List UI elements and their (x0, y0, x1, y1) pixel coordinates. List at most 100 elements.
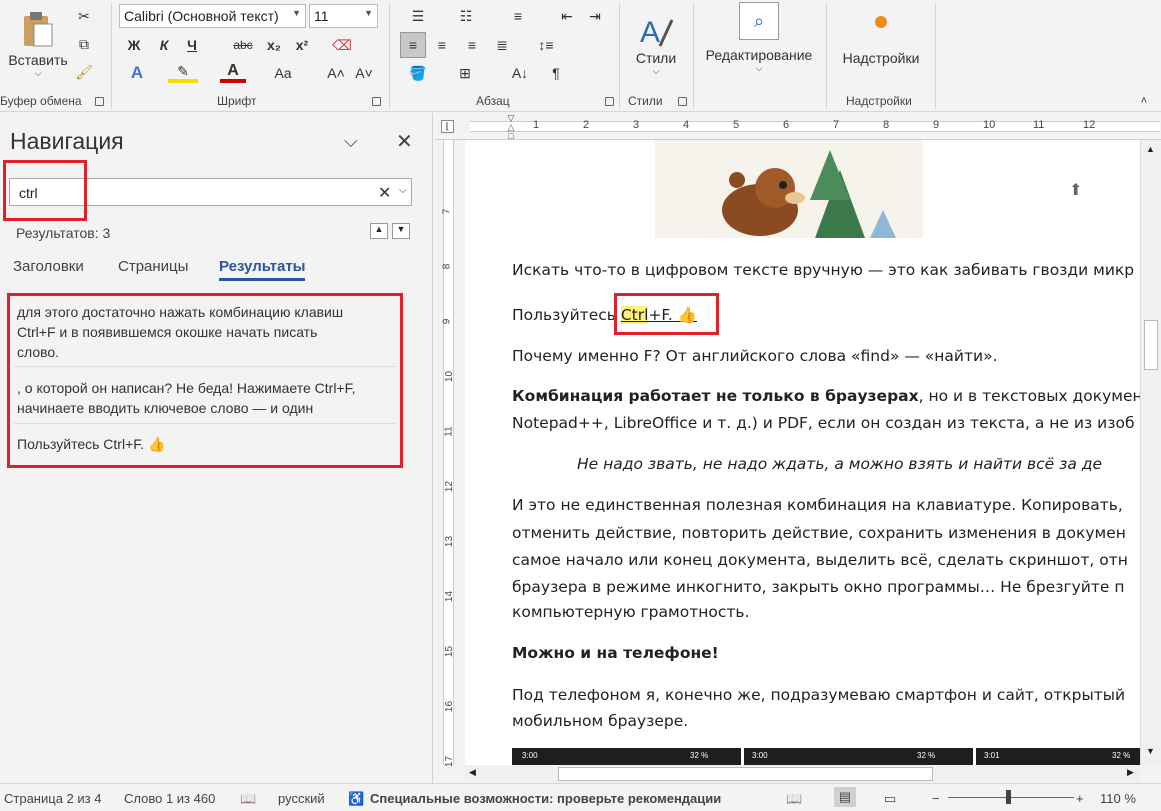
zoom-in-icon[interactable]: + (1076, 791, 1084, 806)
divider (14, 423, 396, 424)
scroll-left-icon[interactable]: ◀ (469, 767, 476, 778)
bold-button[interactable]: Ж (122, 35, 146, 55)
cut-icon[interactable]: ✂ (74, 6, 94, 26)
styles-button[interactable]: A Стили ⌵ (626, 4, 686, 84)
show-marks-icon[interactable]: ¶ (544, 63, 568, 83)
tab-pages[interactable]: Страницы (118, 258, 188, 275)
paragraph-launcher-icon[interactable] (605, 97, 614, 106)
line-spacing-icon[interactable]: ↕≡ (528, 34, 564, 56)
text-effects-icon[interactable]: A (122, 63, 152, 83)
indent-marker[interactable]: ▽ △ □ (505, 114, 517, 141)
font-color-icon[interactable]: A (220, 62, 246, 83)
decrease-indent-icon[interactable]: ⇤ (556, 6, 578, 26)
word-count[interactable]: Слово 1 из 460 (124, 791, 215, 806)
zoom-level[interactable]: 110 % (1100, 791, 1136, 806)
result-line: , о которой он написан? Не беда! Нажимае… (17, 380, 356, 396)
align-right-icon[interactable]: ≡ (460, 34, 484, 56)
navigation-pane: Навигация ⌵ ✕ ctrl ✕ ⌵ Результатов: 3 ▲ … (0, 113, 433, 783)
chevron-down-icon[interactable]: ⌵ (399, 185, 407, 196)
tab-results[interactable]: Результаты (219, 258, 306, 281)
print-layout-icon[interactable]: ▤ (834, 787, 856, 807)
underline-button[interactable]: Ч (180, 35, 204, 55)
vertical-scrollbar[interactable]: ▲ ▼ (1140, 140, 1161, 765)
change-case-button[interactable]: Aa (268, 63, 298, 83)
next-result-button[interactable]: ▼ (392, 223, 410, 239)
italic-button[interactable]: К (152, 35, 176, 55)
styles-icon: A (640, 16, 674, 49)
zoom-slider[interactable] (948, 797, 1074, 798)
divider (973, 748, 976, 765)
phone-screenshots: 3:00 32 % 3:00 32 % 3:01 32 % (512, 748, 1140, 765)
multilevel-list-icon[interactable]: ≡ (500, 6, 536, 26)
heading: Можно и на телефоне! (512, 644, 719, 662)
prev-result-button[interactable]: ▲ (370, 223, 388, 239)
borders-icon[interactable]: ⊞ (450, 63, 480, 83)
copy-icon[interactable]: ⧉ (74, 34, 94, 54)
align-left-icon[interactable]: ≡ (400, 32, 426, 58)
font-name-combo[interactable]: Calibri (Основной текст) ▼ (119, 4, 306, 28)
paste-button[interactable]: Вставить ⌵ (4, 4, 72, 84)
result-item[interactable]: , о которой он написан? Не беда! Нажимае… (17, 378, 397, 418)
shrink-font-icon[interactable]: A˅ (354, 63, 374, 83)
ruler-track (443, 140, 454, 765)
styles-launcher-icon[interactable] (678, 97, 687, 106)
phone-time: 3:00 (522, 751, 538, 760)
result-item[interactable]: для этого достаточно нажать комбинацию к… (17, 302, 397, 362)
accessibility-icon[interactable]: ♿ (348, 791, 364, 807)
document-page[interactable]: ⬆ Искать что-то в цифровом тексте вручну… (465, 140, 1140, 765)
paragraph: И это не единственная полезная комбинаци… (512, 496, 1123, 514)
bullets-icon[interactable]: ☰ (400, 6, 436, 26)
paragraph: Искать что-то в цифровом тексте вручную … (512, 261, 1135, 279)
sort-icon[interactable]: A↓ (508, 63, 532, 83)
collapse-ribbon-icon[interactable]: ˄ (1136, 94, 1152, 108)
ruler-number: 14 (444, 590, 456, 603)
superscript-button[interactable]: x² (290, 35, 314, 55)
tab-headings[interactable]: Заголовки (13, 258, 84, 275)
accessibility-status[interactable]: Специальные возможности: проверьте реком… (370, 791, 721, 806)
paragraph: компьютерную грамотность. (512, 603, 750, 621)
align-center-icon[interactable]: ≡ (430, 34, 454, 56)
font-launcher-icon[interactable] (372, 97, 381, 106)
addins-button[interactable]: Надстройки (834, 10, 928, 72)
font-size-combo[interactable]: 11 ▼ (309, 4, 378, 28)
paragraph: отменить действие, повторить действие, с… (512, 524, 1126, 542)
horizontal-scrollbar[interactable]: ◀ ▶ (465, 765, 1140, 783)
numbering-icon[interactable]: ☷ (448, 6, 484, 26)
page-count[interactable]: Страница 2 из 4 (4, 791, 101, 806)
chevron-down-icon[interactable]: ⌵ (344, 131, 358, 152)
ruler-number: 12 (444, 480, 456, 493)
result-line: начинаете вводить ключевое слово — и оди… (17, 400, 314, 416)
arrow-up-icon: ⬆ (1069, 182, 1083, 199)
chevron-down-icon: ⌵ (755, 63, 763, 73)
proofing-icon[interactable]: 📖 (240, 791, 256, 807)
scroll-thumb[interactable] (558, 767, 933, 781)
scroll-down-icon[interactable]: ▼ (1146, 746, 1155, 756)
read-mode-icon[interactable]: 📖 (786, 791, 802, 807)
grow-font-icon[interactable]: A˄ (326, 63, 346, 83)
clear-search-icon[interactable]: ✕ (378, 183, 391, 203)
scroll-right-icon[interactable]: ▶ (1127, 767, 1134, 778)
strikethrough-button[interactable]: abc (228, 35, 258, 55)
subscript-button[interactable]: x₂ (262, 35, 286, 55)
tab-selector-icon[interactable]: ⌊ (441, 120, 454, 133)
result-item[interactable]: Пользуйтесь Ctrl+F. 👍 (17, 434, 397, 454)
editing-button[interactable]: ⌕ Редактирование ⌵ (698, 2, 820, 82)
clear-format-icon[interactable]: ⌫ (330, 35, 354, 55)
shading-icon[interactable]: 🪣 (400, 63, 436, 83)
format-painter-icon[interactable]: 🖌 (74, 62, 94, 82)
clipboard-launcher-icon[interactable] (95, 97, 104, 106)
scroll-thumb[interactable] (1144, 320, 1158, 370)
web-layout-icon[interactable]: ▭ (884, 791, 896, 807)
result-line: для этого достаточно нажать комбинацию к… (17, 304, 344, 320)
phone-battery: 32 % (917, 751, 936, 760)
justify-icon[interactable]: ≣ (490, 34, 514, 56)
close-icon[interactable]: ✕ (396, 129, 413, 154)
styles-group-label: Стили (628, 94, 663, 108)
increase-indent-icon[interactable]: ⇥ (584, 6, 606, 26)
zoom-out-icon[interactable]: − (932, 791, 940, 806)
highlight-icon[interactable]: ✎ (168, 63, 198, 83)
language[interactable]: русский (278, 791, 325, 806)
scroll-up-icon[interactable]: ▲ (1146, 144, 1155, 154)
editing-label: Редактирование (705, 47, 813, 63)
zoom-slider-thumb[interactable] (1006, 790, 1011, 804)
